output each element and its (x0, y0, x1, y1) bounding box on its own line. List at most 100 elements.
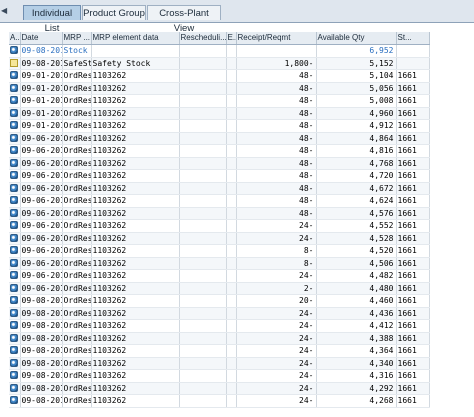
table-row[interactable]: 09-06-2016OrdRes1103262 8-4,5201661 (9, 244, 430, 258)
row-icon[interactable] (9, 132, 21, 145)
order-details-icon[interactable] (10, 96, 18, 104)
row-icon[interactable] (9, 107, 21, 120)
table-row[interactable]: 09-08-2016OrdRes1103262 24-4,3401661 (9, 357, 430, 370)
table-row[interactable]: 09-08-2016Stock 6,952 (9, 44, 430, 58)
table-row[interactable]: 09-01-2016OrdRes1103262 48-5,0561661 (9, 82, 430, 95)
table-row[interactable]: 09-08-2016OrdRes1103262 24-4,3641661 (9, 344, 430, 358)
table-row[interactable]: 09-06-2016OrdRes1103262 24-4,4821661 (9, 269, 430, 283)
row-icon[interactable] (9, 207, 21, 220)
table-row[interactable]: 09-06-2016OrdRes1103262 24-4,5281661 (9, 232, 430, 245)
order-details-icon[interactable] (10, 146, 18, 154)
order-details-icon[interactable] (10, 208, 18, 217)
order-details-icon[interactable] (10, 308, 18, 317)
row-icon[interactable] (9, 194, 21, 208)
order-details-icon[interactable] (10, 371, 18, 379)
table-row[interactable]: 09-08-2016OrdRes1103262 20-4,4601661 (9, 294, 430, 308)
table-row[interactable]: 09-06-2016OrdRes1103262 48-4,7681661 (9, 157, 430, 170)
row-icon[interactable] (9, 94, 21, 108)
table-row[interactable]: 09-01-2016OrdRes1103262 48-5,0081661 (9, 94, 430, 108)
col-header-mrp[interactable]: MRP ... (62, 32, 92, 45)
col-header-rescheduling[interactable]: Rescheduli... (179, 32, 227, 45)
row-icon[interactable] (9, 119, 21, 133)
col-header-available-qty[interactable]: Available Qty (316, 32, 397, 45)
order-details-icon[interactable] (10, 233, 18, 242)
order-details-icon[interactable] (10, 283, 18, 292)
tab-scroll-left-icon[interactable]: ◀ (1, 2, 7, 20)
col-header-a[interactable]: A.. (9, 32, 21, 45)
table-row[interactable]: 09-08-2016OrdRes1103262 24-4,4361661 (9, 307, 430, 320)
row-icon[interactable] (9, 382, 21, 395)
row-icon[interactable] (9, 157, 21, 170)
table-row[interactable]: 09-08-2016OrdRes1103262 24-4,3881661 (9, 332, 430, 345)
row-icon[interactable] (9, 57, 21, 70)
order-details-icon[interactable] (10, 246, 18, 254)
table-row[interactable]: 09-08-2016SafeStSafety Stock 1,800-5,152 (9, 57, 430, 70)
order-details-icon[interactable] (10, 171, 18, 179)
tab-cross-plant-view[interactable]: Cross-Plant View (147, 5, 221, 34)
row-icon[interactable] (9, 344, 21, 358)
row-icon[interactable] (9, 244, 21, 258)
order-details-icon[interactable] (10, 183, 18, 192)
row-icon[interactable] (9, 219, 21, 233)
order-details-icon[interactable] (10, 121, 18, 129)
table-row[interactable]: 09-06-2016OrdRes1103262 48-4,5761661 (9, 207, 430, 220)
order-details-icon[interactable] (10, 258, 18, 267)
row-icon[interactable] (9, 319, 21, 333)
row-icon[interactable] (9, 44, 21, 58)
order-details-icon[interactable] (10, 296, 18, 304)
row-icon[interactable] (9, 369, 21, 383)
table-row[interactable]: 09-06-2016OrdRes1103262 48-4,6241661 (9, 194, 430, 208)
order-details-icon[interactable] (10, 196, 18, 204)
order-details-icon[interactable] (10, 46, 18, 54)
table-row[interactable]: 09-06-2016OrdRes1103262 48-4,7201661 (9, 169, 430, 183)
order-details-icon[interactable] (10, 358, 18, 367)
row-icon[interactable] (9, 82, 21, 95)
order-details-icon[interactable] (10, 71, 18, 79)
table-row[interactable]: 09-01-2016OrdRes1103262 48-5,1041661 (9, 69, 430, 83)
col-header-e[interactable]: E.. (226, 32, 237, 45)
row-icon[interactable] (9, 307, 21, 320)
row-icon[interactable] (9, 257, 21, 270)
table-row[interactable]: 09-06-2016OrdRes1103262 2-4,4801661 (9, 282, 430, 295)
order-details-icon[interactable] (10, 108, 18, 117)
order-details-icon[interactable] (10, 321, 18, 329)
row-icon[interactable] (9, 394, 21, 408)
row-icon[interactable] (9, 269, 21, 283)
col-header-mrp-element-data[interactable]: MRP element data (91, 32, 180, 45)
row-icon[interactable] (9, 182, 21, 195)
order-details-icon[interactable] (10, 221, 18, 229)
table-row[interactable]: 09-06-2016OrdRes1103262 24-4,5521661 (9, 219, 430, 233)
order-details-icon[interactable] (10, 271, 18, 279)
table-row[interactable]: 09-08-2016OrdRes1103262 24-4,2681661 (9, 394, 430, 408)
row-icon[interactable] (9, 232, 21, 245)
order-details-icon[interactable] (10, 333, 18, 342)
table-row[interactable]: 09-06-2016OrdRes1103262 48-4,8641661 (9, 132, 430, 145)
order-details-icon[interactable] (10, 396, 18, 404)
col-header-st[interactable]: St... (396, 32, 430, 45)
tab-individual-list[interactable]: Individual List (23, 5, 81, 34)
row-icon[interactable] (9, 169, 21, 183)
row-icon[interactable] (9, 144, 21, 158)
table-row[interactable]: 09-08-2016OrdRes1103262 24-4,2921661 (9, 382, 430, 395)
table-row[interactable]: 09-06-2016OrdRes1103262 8-4,5061661 (9, 257, 430, 270)
row-icon[interactable] (9, 69, 21, 83)
tab-product-group[interactable]: Product Group (82, 5, 146, 20)
order-details-icon[interactable] (10, 383, 18, 392)
order-details-icon[interactable] (10, 83, 18, 92)
table-row[interactable]: 09-06-2016OrdRes1103262 48-4,6721661 (9, 182, 430, 195)
order-details-icon[interactable] (10, 346, 18, 354)
row-icon[interactable] (9, 332, 21, 345)
order-details-icon[interactable] (10, 158, 18, 167)
row-icon[interactable] (9, 294, 21, 308)
row-icon[interactable] (9, 357, 21, 370)
table-row[interactable]: 09-08-2016OrdRes1103262 24-4,3161661 (9, 369, 430, 383)
table-row[interactable]: 09-08-2016OrdRes1103262 24-4,4121661 (9, 319, 430, 333)
table-row[interactable]: 09-01-2016OrdRes1103262 48-4,9121661 (9, 119, 430, 133)
col-header-date[interactable]: Date (20, 32, 63, 45)
col-header-receipt-reqmt[interactable]: Receipt/Reqmt (236, 32, 317, 45)
table-row[interactable]: 09-06-2016OrdRes1103262 48-4,8161661 (9, 144, 430, 158)
row-icon[interactable] (9, 282, 21, 295)
notepad-icon[interactable] (10, 58, 18, 67)
table-row[interactable]: 09-01-2016OrdRes1103262 48-4,9601661 (9, 107, 430, 120)
order-details-icon[interactable] (10, 133, 18, 142)
